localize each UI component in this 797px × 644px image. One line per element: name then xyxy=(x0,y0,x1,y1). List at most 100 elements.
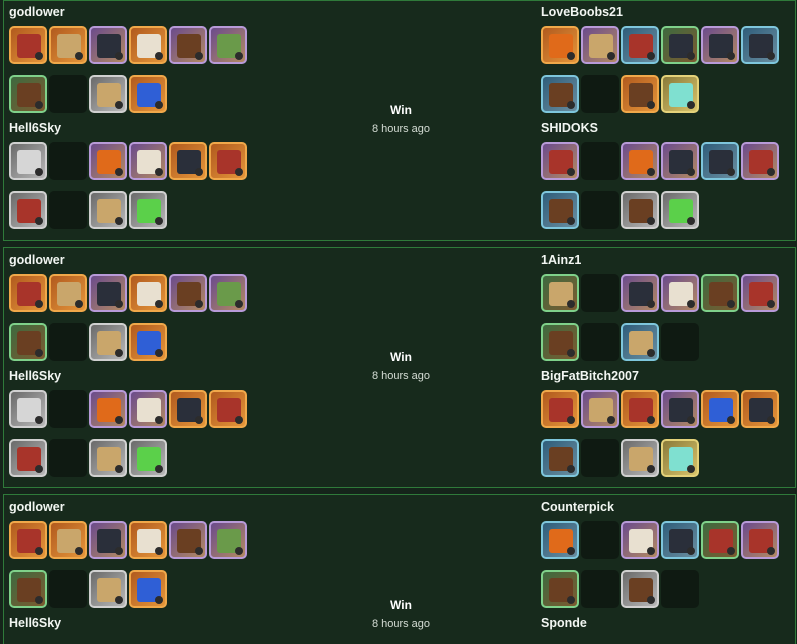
player-name[interactable]: Hell6Sky xyxy=(9,369,61,383)
helmet-icon[interactable] xyxy=(89,142,127,180)
potion-icon[interactable] xyxy=(129,570,167,608)
armor-icon[interactable] xyxy=(129,390,167,428)
weapon-icon[interactable] xyxy=(541,274,579,312)
cape-icon[interactable] xyxy=(209,142,247,180)
mount-icon[interactable] xyxy=(89,570,127,608)
bag-icon[interactable] xyxy=(9,323,47,361)
helmet-icon[interactable] xyxy=(621,390,659,428)
cape-icon[interactable] xyxy=(209,390,247,428)
weapon-icon[interactable] xyxy=(541,142,579,180)
mount-icon[interactable] xyxy=(89,323,127,361)
boots-icon[interactable] xyxy=(701,26,739,64)
bag-icon[interactable] xyxy=(541,570,579,608)
food-icon[interactable] xyxy=(661,75,699,113)
player-name[interactable]: LoveBoobs21 xyxy=(541,5,623,19)
bag-icon[interactable] xyxy=(9,570,47,608)
player-name[interactable]: SHIDOKS xyxy=(541,121,598,135)
helmet-icon[interactable] xyxy=(621,274,659,312)
mount-icon[interactable] xyxy=(621,570,659,608)
mount-icon[interactable] xyxy=(621,75,659,113)
bag-icon[interactable] xyxy=(541,191,579,229)
helmet-icon[interactable] xyxy=(89,274,127,312)
helmet-icon[interactable] xyxy=(89,390,127,428)
armor-icon[interactable] xyxy=(129,26,167,64)
offhand-icon[interactable] xyxy=(49,274,87,312)
boots-icon[interactable] xyxy=(701,142,739,180)
player-name[interactable]: BigFatBitch2007 xyxy=(541,369,639,383)
helmet-icon[interactable] xyxy=(89,521,127,559)
armor-icon[interactable] xyxy=(129,521,167,559)
bag-icon[interactable] xyxy=(541,323,579,361)
player-name[interactable]: godlower xyxy=(9,500,65,514)
player-name[interactable]: 1Ainz1 xyxy=(541,253,581,267)
mount-icon[interactable] xyxy=(621,439,659,477)
weapon-icon[interactable] xyxy=(541,26,579,64)
boots-icon[interactable] xyxy=(169,26,207,64)
cape-icon[interactable] xyxy=(209,274,247,312)
boots-icon[interactable] xyxy=(169,274,207,312)
weapon-icon[interactable] xyxy=(9,521,47,559)
offhand-icon[interactable] xyxy=(49,26,87,64)
helmet-icon[interactable] xyxy=(621,142,659,180)
bag-icon[interactable] xyxy=(9,439,47,477)
mount-icon[interactable] xyxy=(621,323,659,361)
weapon-icon[interactable] xyxy=(9,26,47,64)
cape-icon[interactable] xyxy=(741,142,779,180)
empty-slot xyxy=(49,570,87,608)
player-name[interactable]: Hell6Sky xyxy=(9,616,61,630)
weapon-icon[interactable] xyxy=(541,521,579,559)
player-name[interactable]: Hell6Sky xyxy=(9,121,61,135)
armor-icon[interactable] xyxy=(661,390,699,428)
player-name[interactable]: Counterpick xyxy=(541,500,614,514)
bag-icon[interactable] xyxy=(541,75,579,113)
food-icon[interactable] xyxy=(661,439,699,477)
bag-icon[interactable] xyxy=(9,191,47,229)
cape-icon[interactable] xyxy=(209,26,247,64)
player-name[interactable]: godlower xyxy=(9,5,65,19)
mount-icon[interactable] xyxy=(621,191,659,229)
boots-icon[interactable] xyxy=(169,142,207,180)
weapon-icon[interactable] xyxy=(9,390,47,428)
boots-icon[interactable] xyxy=(701,274,739,312)
armor-icon[interactable] xyxy=(661,26,699,64)
bag-icon[interactable] xyxy=(541,439,579,477)
armor-icon[interactable] xyxy=(661,521,699,559)
armor-icon[interactable] xyxy=(661,274,699,312)
cape-icon[interactable] xyxy=(209,521,247,559)
weapon-icon[interactable] xyxy=(541,390,579,428)
armor-icon[interactable] xyxy=(661,142,699,180)
offhand-icon[interactable] xyxy=(581,390,619,428)
weapon-icon[interactable] xyxy=(9,142,47,180)
match-card[interactable]: godlower Hell6Sky Win 8 hours ago 1Ainz1 xyxy=(3,247,796,488)
player-name[interactable]: godlower xyxy=(9,253,65,267)
cape-icon[interactable] xyxy=(741,390,779,428)
mount-icon[interactable] xyxy=(89,75,127,113)
match-card[interactable]: godlower Hell6Sky Win 8 hours ago Counte… xyxy=(3,494,796,644)
potion-icon[interactable] xyxy=(661,191,699,229)
cape-icon[interactable] xyxy=(741,521,779,559)
offhand-icon[interactable] xyxy=(49,521,87,559)
bag-icon[interactable] xyxy=(9,75,47,113)
helmet-icon[interactable] xyxy=(621,26,659,64)
potion-icon[interactable] xyxy=(129,75,167,113)
mount-icon[interactable] xyxy=(89,439,127,477)
potion-icon[interactable] xyxy=(129,323,167,361)
armor-icon[interactable] xyxy=(129,274,167,312)
potion-icon[interactable] xyxy=(129,191,167,229)
helmet-icon[interactable] xyxy=(621,521,659,559)
empty-slot xyxy=(661,570,699,608)
player-name[interactable]: Sponde xyxy=(541,616,587,630)
cape-icon[interactable] xyxy=(741,26,779,64)
boots-icon[interactable] xyxy=(701,521,739,559)
weapon-icon[interactable] xyxy=(9,274,47,312)
helmet-icon[interactable] xyxy=(89,26,127,64)
match-card[interactable]: godlower Hell6Sky Win 8 hours ago LoveBo… xyxy=(3,0,796,241)
boots-icon[interactable] xyxy=(701,390,739,428)
boots-icon[interactable] xyxy=(169,390,207,428)
cape-icon[interactable] xyxy=(741,274,779,312)
offhand-icon[interactable] xyxy=(581,26,619,64)
potion-icon[interactable] xyxy=(129,439,167,477)
boots-icon[interactable] xyxy=(169,521,207,559)
mount-icon[interactable] xyxy=(89,191,127,229)
armor-icon[interactable] xyxy=(129,142,167,180)
